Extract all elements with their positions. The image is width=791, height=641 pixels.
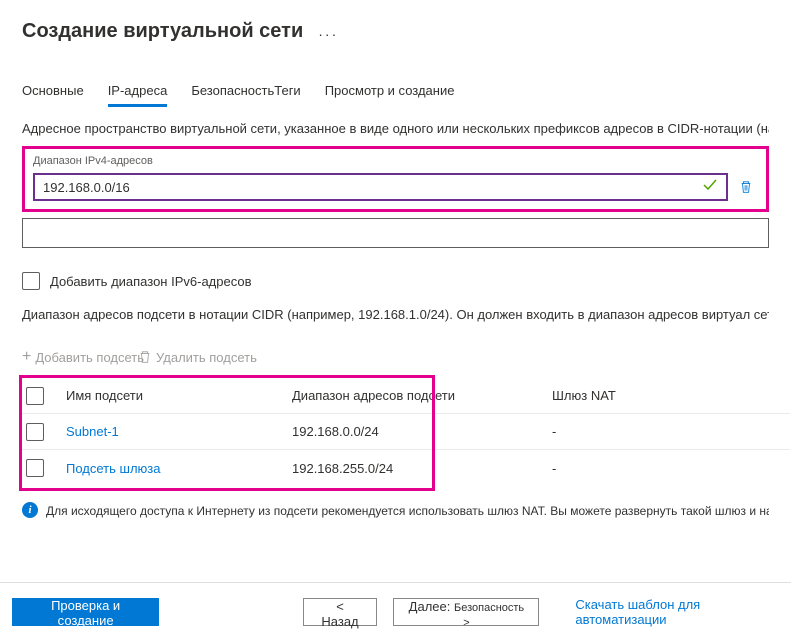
subnet-nat: - [544,461,556,476]
address-range-section: Диапазон IPv4-адресов 192.168.0.0/16 [22,146,769,212]
ipv4-range-label: Диапазон IPv4-адресов [33,155,758,167]
info-text: Для исходящего доступа к Интернету из по… [46,502,769,520]
tab-security[interactable]: Безопасность [191,83,274,107]
table-row: Подсеть шлюза 192.168.255.0/24 - [22,450,790,486]
address-space-description: Адресное пространство виртуальной сети, … [22,121,769,136]
row-checkbox[interactable] [26,423,44,441]
subnet-name-link[interactable]: Подсеть шлюза [58,461,284,476]
ipv4-range-input[interactable]: 192.168.0.0/16 [33,173,728,201]
tab-basic[interactable]: Основные [22,83,84,107]
trash-icon [138,350,152,364]
next-button[interactable]: Далее: Безопасность > [393,598,539,626]
trash-icon [739,180,753,194]
ipv4-range-value: 192.168.0.0/16 [43,180,130,195]
subnet-range: 192.168.255.0/24 [284,461,544,476]
info-icon: i [22,502,38,518]
ipv6-checkbox-label: Добавить диапазон IPv6-адресов [50,274,252,289]
tabs: Основные IP-адреса Безопасность Теги Про… [0,83,791,107]
review-create-button[interactable]: Проверка и создание [12,598,159,626]
tab-ip[interactable]: IP-адреса [108,83,168,107]
download-template-link[interactable]: Скачать шаблон для автоматизации [575,597,779,627]
tab-tags[interactable]: Теги [274,83,300,107]
more-icon[interactable]: ··· [318,22,338,42]
subnet-nat: - [544,424,556,439]
tab-review[interactable]: Просмотр и создание [325,83,455,107]
select-all-checkbox[interactable] [26,387,44,405]
row-checkbox[interactable] [26,459,44,477]
check-icon [702,177,718,198]
subnet-name-link[interactable]: Subnet-1 [58,424,284,439]
footer: Проверка и создание < Назад Далее: Безоп… [0,582,791,641]
add-subnet-button[interactable]: Добавить подсеть [35,350,144,365]
delete-range-button[interactable] [734,175,758,199]
remove-subnet-button[interactable]: Удалить подсеть [156,350,257,365]
header-name: Имя подсети [58,388,284,403]
add-range-input[interactable] [22,218,769,248]
table-row: Subnet-1 192.168.0.0/24 - [22,414,790,450]
plus-icon: + [22,348,31,366]
subnet-description: Диапазон адресов подсети в нотации CIDR … [22,304,769,326]
subnet-range: 192.168.0.0/24 [284,424,544,439]
page-title: Создание виртуальной сети [22,20,303,43]
ipv6-checkbox[interactable] [22,272,40,290]
header-nat: Шлюз NAT [544,388,616,403]
header-range: Диапазон адресов подсети [284,388,544,403]
subnet-header-row: Имя подсети Диапазон адресов подсети Шлю… [22,378,790,414]
back-button[interactable]: < Назад [303,598,378,626]
